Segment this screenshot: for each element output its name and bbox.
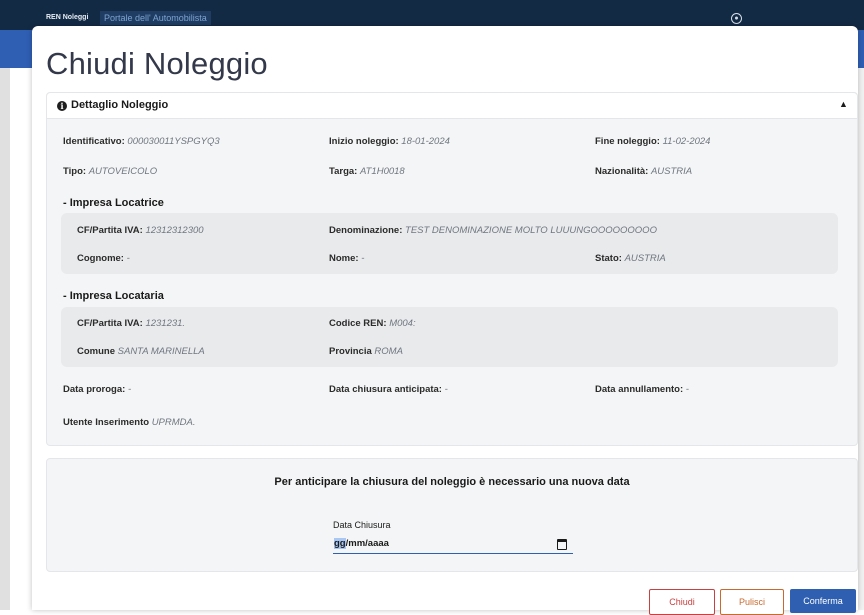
field-data-chiusura-anticipata: Data chiusura anticipata: - xyxy=(329,384,448,395)
date-placeholder-day[interactable]: gg xyxy=(334,538,346,549)
field-inizio-noleggio: Inizio noleggio: 18-01-2024 xyxy=(329,136,450,147)
field-value: TEST DENOMINAZIONE MOLTO LUUUNGOOOOOOOOO xyxy=(405,225,657,236)
field-cognome: Cognome: - xyxy=(77,253,130,264)
section-impresa-locataria: - Impresa Locataria xyxy=(63,290,164,302)
field-provincia: Provincia ROMA xyxy=(329,346,403,357)
field-identificativo: Identificativo: 000030011YSPGYQ3 xyxy=(63,136,220,147)
field-locatrice-cf: CF/Partita IVA: 12312312300 xyxy=(77,225,204,236)
field-value: - xyxy=(127,384,132,395)
field-utente-inserimento: Utente Inserimento UPRMDA. xyxy=(63,417,196,428)
rental-detail-title: Dettaglio Noleggio xyxy=(71,99,169,111)
field-denominazione: Denominazione: TEST DENOMINAZIONE MOLTO … xyxy=(329,225,657,236)
user-icon[interactable]: ● xyxy=(731,13,742,24)
field-label: Codice REN: xyxy=(329,318,387,329)
field-data-proroga: Data proroga: - xyxy=(63,384,131,395)
field-value: AUSTRIA xyxy=(624,253,666,264)
modal-title: Chiudi Noleggio xyxy=(46,46,268,81)
field-label: Nazionalità: xyxy=(595,166,649,177)
close-date-input[interactable]: gg/mm/aaaa xyxy=(333,535,573,554)
pulisci-button[interactable]: Pulisci xyxy=(720,589,784,615)
field-label: Cognome: xyxy=(77,253,124,264)
field-value: 18-01-2024 xyxy=(401,136,450,147)
field-label: Targa: xyxy=(329,166,358,177)
field-label: Data proroga: xyxy=(63,384,126,395)
close-date-label: Data Chiusura xyxy=(333,520,391,530)
rental-detail-panel: i Dettaglio Noleggio ▲ Identificativo: 0… xyxy=(46,92,858,446)
field-value: AUTOVEICOLO xyxy=(88,166,158,177)
section-impresa-locatrice: - Impresa Locatrice xyxy=(63,197,164,209)
field-locataria-cf: CF/Partita IVA: 1231231. xyxy=(77,318,185,329)
rental-detail-header[interactable]: i Dettaglio Noleggio ▲ xyxy=(47,93,857,119)
close-rental-modal: Chiudi Noleggio i Dettaglio Noleggio ▲ I… xyxy=(32,26,858,615)
field-fine-noleggio: Fine noleggio: 11-02-2024 xyxy=(595,136,710,147)
field-label: Utente Inserimento xyxy=(63,417,150,428)
field-tipo: Tipo: AUTOVEICOLO xyxy=(63,166,157,177)
field-label: CF/Partita IVA: xyxy=(77,225,143,236)
app-content-edge xyxy=(858,68,864,610)
field-label: Data annullamento: xyxy=(595,384,684,395)
date-placeholder[interactable]: gg/mm/aaaa xyxy=(334,538,389,549)
collapse-caret-icon[interactable]: ▲ xyxy=(839,99,848,109)
field-label: Denominazione: xyxy=(329,225,403,236)
field-value: 12312312300 xyxy=(145,225,204,236)
close-date-message: Per anticipare la chiusura del noleggio … xyxy=(274,476,630,488)
app-brand: REN Noleggi xyxy=(46,14,89,21)
info-icon: i xyxy=(57,101,67,111)
field-nome: Nome: - xyxy=(329,253,364,264)
field-codice-ren: Codice REN: M004: xyxy=(329,318,416,329)
locataria-box: CF/Partita IVA: 1231231. Codice REN: M00… xyxy=(61,307,838,367)
field-value: M004: xyxy=(389,318,416,329)
app-sidebar-edge xyxy=(0,68,10,610)
field-value: 11-02-2024 xyxy=(662,136,711,147)
field-value: - xyxy=(361,253,365,264)
field-data-annullamento: Data annullamento: - xyxy=(595,384,689,395)
field-value: AT1H0018 xyxy=(359,166,405,177)
field-label: Identificativo: xyxy=(63,136,125,147)
field-value: SANTA MARINELLA xyxy=(117,346,205,357)
field-value: - xyxy=(685,384,689,395)
field-nazionalita: Nazionalità: AUSTRIA xyxy=(595,166,692,177)
field-value: 1231231. xyxy=(145,318,186,329)
field-value: 000030011YSPGYQ3 xyxy=(127,136,220,147)
field-label: Tipo: xyxy=(63,166,87,177)
field-value: - xyxy=(126,253,130,264)
conferma-button[interactable]: Conferma xyxy=(790,589,856,613)
date-placeholder-rest[interactable]: /mm/aaaa xyxy=(346,538,389,549)
calendar-icon[interactable] xyxy=(557,539,567,550)
field-value: AUSTRIA xyxy=(650,166,693,177)
field-stato: Stato: AUSTRIA xyxy=(595,253,666,264)
field-label: Provincia xyxy=(329,346,372,357)
field-value: UPRMDA. xyxy=(151,417,196,428)
field-label: Comune xyxy=(77,346,115,357)
locatrice-box: CF/Partita IVA: 12312312300 Denominazion… xyxy=(61,213,838,274)
field-label: Stato: xyxy=(595,253,622,264)
field-label: Inizio noleggio: xyxy=(329,136,399,147)
field-label: Data chiusura anticipata: xyxy=(329,384,442,395)
field-label: CF/Partita IVA: xyxy=(77,318,143,329)
field-label: Nome: xyxy=(329,253,359,264)
field-label: Fine noleggio: xyxy=(595,136,660,147)
field-value: ROMA xyxy=(374,346,403,357)
field-comune: Comune SANTA MARINELLA xyxy=(77,346,205,357)
chiudi-button[interactable]: Chiudi xyxy=(649,589,715,615)
field-value: - xyxy=(444,384,448,395)
close-date-panel: Per anticipare la chiusura del noleggio … xyxy=(46,458,858,572)
field-targa: Targa: AT1H0018 xyxy=(329,166,405,177)
portal-link[interactable]: Portale dell' Automobilista xyxy=(100,11,211,25)
